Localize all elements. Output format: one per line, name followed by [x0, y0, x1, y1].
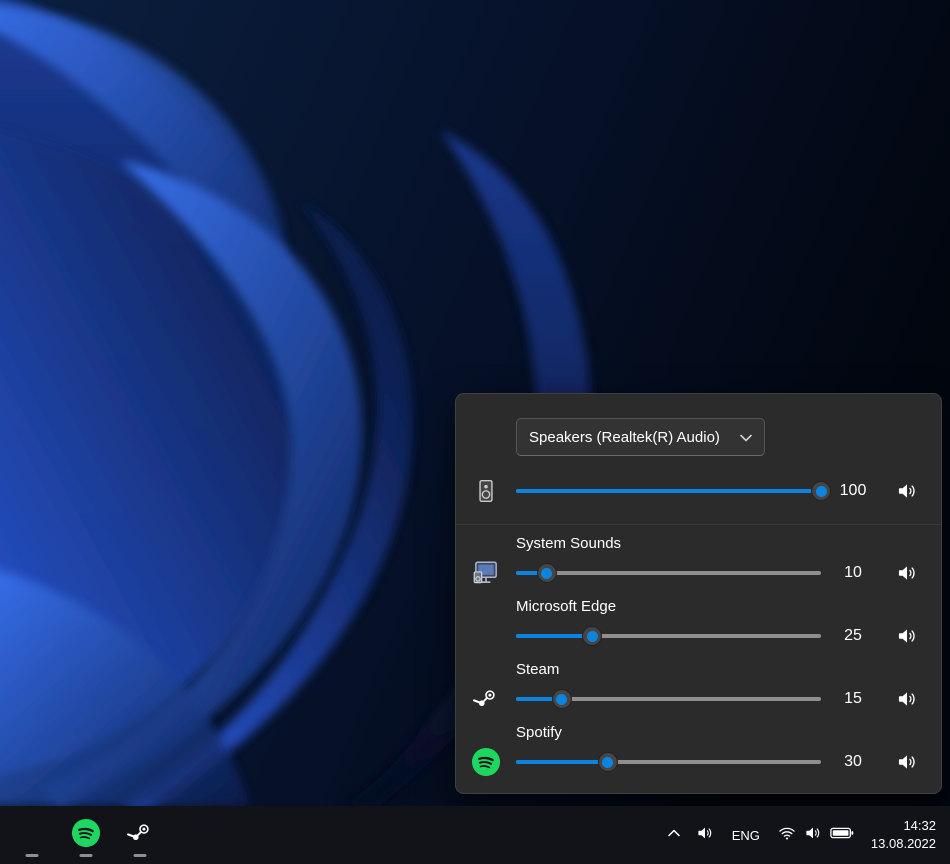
- app-name: Microsoft Edge: [516, 596, 821, 621]
- volume-icon[interactable]: [896, 625, 918, 647]
- app-volume-row-spotify: Spotify 30: [462, 722, 929, 777]
- output-device-selector[interactable]: Speakers (Realtek(R) Audio): [516, 418, 765, 456]
- spotify-icon: [471, 747, 501, 777]
- tray-date: 13.08.2022: [871, 835, 936, 853]
- slider-thumb[interactable]: [811, 481, 831, 501]
- chevron-down-icon: [740, 431, 752, 443]
- running-indicator: [134, 854, 147, 857]
- steam-icon: [471, 684, 501, 714]
- system-sounds-icon: [471, 558, 501, 588]
- slider-thumb[interactable]: [552, 689, 572, 709]
- quick-settings-button[interactable]: [771, 817, 861, 854]
- system-sounds-volume-slider[interactable]: [516, 558, 821, 588]
- device-selector-row: Speakers (Realtek(R) Audio): [462, 418, 929, 456]
- slider-track: [516, 571, 821, 575]
- taskbar-apps: [0, 806, 160, 864]
- volume-icon: [804, 824, 822, 847]
- hidden-icons-button[interactable]: [661, 819, 687, 851]
- volume-mixer-panel: Speakers (Realtek(R) Audio) 100 System S…: [455, 393, 942, 794]
- microsoft-edge-icon: [17, 818, 47, 853]
- slider-thumb[interactable]: [598, 752, 618, 772]
- app-name: Steam: [516, 659, 821, 684]
- master-volume-value: 100: [827, 482, 879, 500]
- running-indicator: [80, 854, 93, 857]
- speakers-device-icon: [473, 478, 499, 504]
- taskbar-spotify-button[interactable]: [66, 810, 106, 860]
- app-volume-value: 15: [827, 690, 879, 708]
- output-device-label: Speakers (Realtek(R) Audio): [529, 429, 720, 446]
- master-volume-row: 100: [462, 470, 929, 512]
- spotify-icon: [71, 818, 101, 853]
- chevron-up-icon: [668, 826, 680, 844]
- clock[interactable]: 14:32 13.08.2022: [863, 813, 940, 856]
- app-name: System Sounds: [516, 533, 821, 558]
- language-indicator[interactable]: ENG: [723, 821, 769, 850]
- tray-time: 14:32: [871, 817, 936, 835]
- slider-thumb[interactable]: [537, 563, 557, 583]
- divider: [456, 524, 941, 525]
- microsoft-edge-volume-slider[interactable]: [516, 621, 821, 651]
- app-name: Spotify: [516, 722, 821, 747]
- steam-volume-slider[interactable]: [516, 684, 821, 714]
- app-volume-row-system-sounds: System Sounds 10: [462, 533, 929, 588]
- slider-thumb[interactable]: [582, 626, 602, 646]
- volume-icon: [696, 824, 714, 847]
- steam-icon: [125, 818, 155, 853]
- master-volume-slider[interactable]: [516, 476, 821, 506]
- taskbar-steam-button[interactable]: [120, 810, 160, 860]
- volume-icon[interactable]: [896, 562, 918, 584]
- app-volume-value: 10: [827, 564, 879, 582]
- app-volume-row-microsoft-edge: Microsoft Edge 25: [462, 596, 929, 651]
- system-tray: ENG 14:32 13.08.2022: [661, 806, 950, 864]
- wifi-icon: [778, 824, 796, 847]
- taskbar-microsoft-edge-button[interactable]: [12, 810, 52, 860]
- battery-icon: [830, 826, 854, 845]
- volume-icon[interactable]: [896, 688, 918, 710]
- volume-icon[interactable]: [896, 751, 918, 773]
- taskbar: ENG 14:32 13.08.2022: [0, 806, 950, 864]
- spotify-volume-slider[interactable]: [516, 747, 821, 777]
- slider-fill: [516, 489, 821, 493]
- app-volume-row-steam: Steam 15: [462, 659, 929, 714]
- running-indicator: [26, 854, 39, 857]
- app-volume-value: 30: [827, 753, 879, 771]
- app-volume-value: 25: [827, 627, 879, 645]
- microsoft-edge-icon: [471, 621, 501, 651]
- tray-volume-app-button[interactable]: [689, 817, 721, 854]
- slider-fill: [516, 760, 608, 764]
- volume-icon[interactable]: [896, 480, 918, 502]
- desktop: Speakers (Realtek(R) Audio) 100 System S…: [0, 0, 950, 864]
- slider-fill: [516, 634, 592, 638]
